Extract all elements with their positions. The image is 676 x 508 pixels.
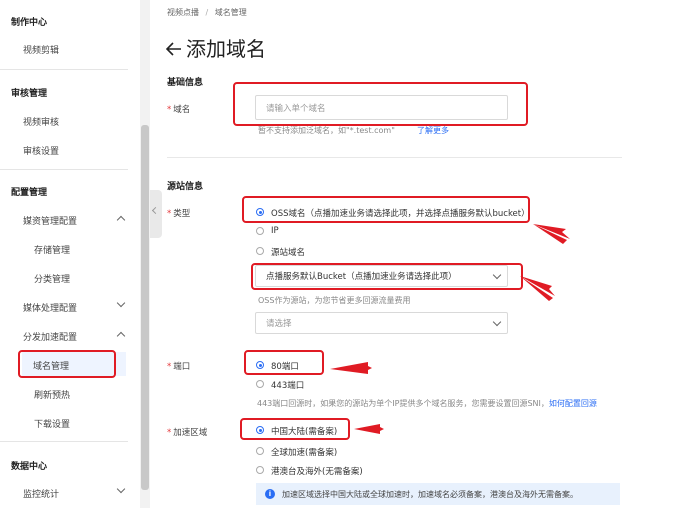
- annotation-arrow: [354, 424, 384, 434]
- annotation-arrow: [330, 362, 372, 374]
- annotation-arrow: [520, 276, 555, 296]
- annotation-arrows: [330, 224, 570, 434]
- annotation-arrow: [533, 224, 570, 239]
